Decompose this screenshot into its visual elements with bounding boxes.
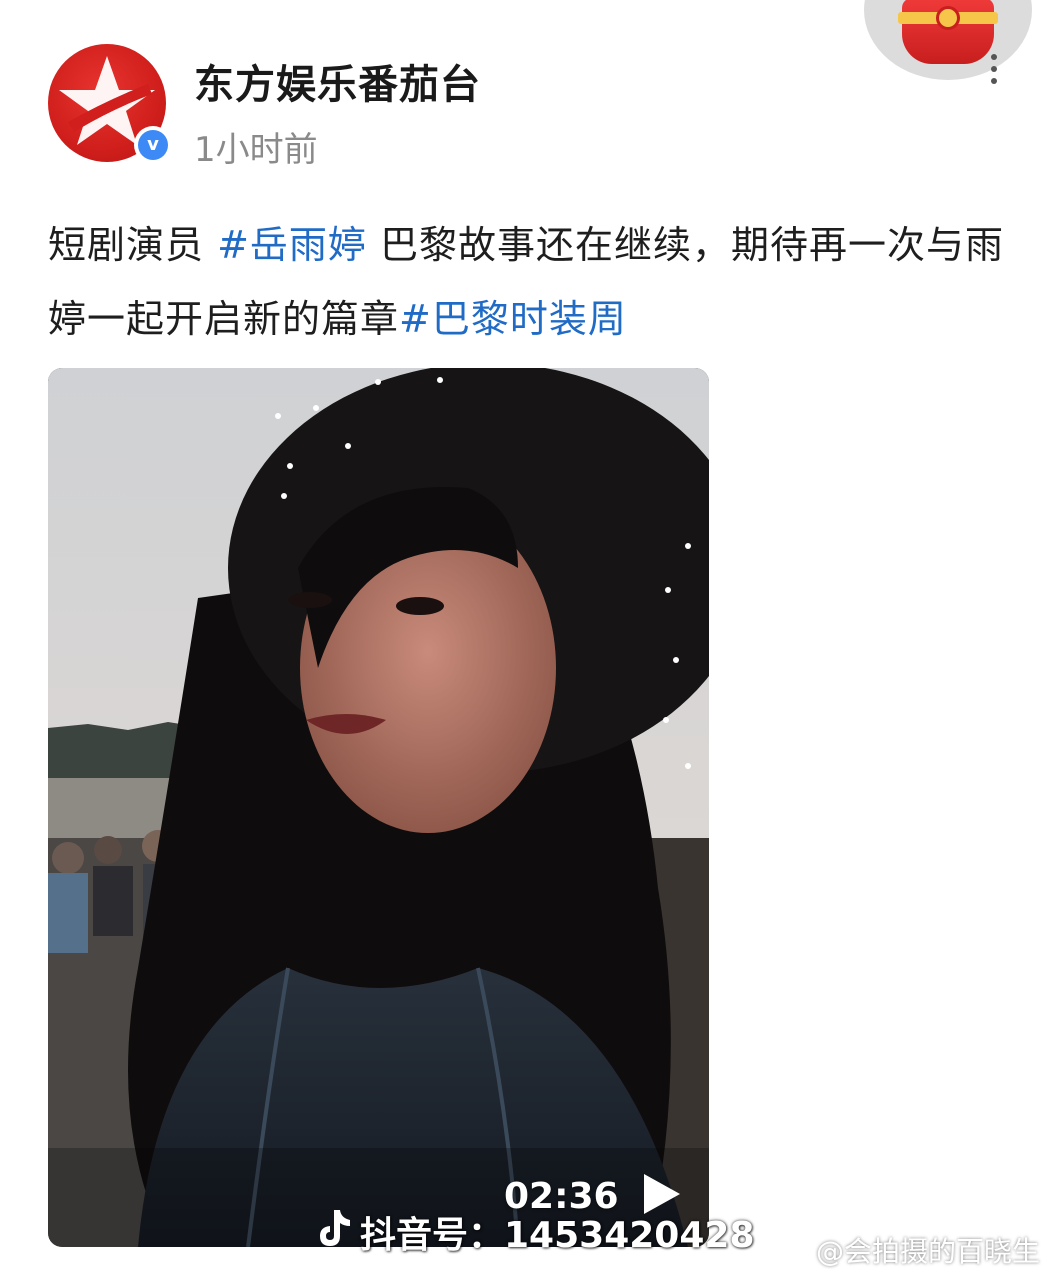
weibo-watermark: @会拍摄的百晓生 [782, 1230, 1040, 1270]
douyin-logo-icon [320, 1210, 350, 1246]
verified-badge-icon: v [134, 126, 172, 164]
video-thumbnail[interactable] [48, 368, 709, 1247]
red-packet-floating-badge[interactable] [864, 0, 1032, 80]
text-prefix: 短剧演员 [48, 223, 218, 267]
red-hat-icon [898, 0, 998, 64]
watermark-text: @会拍摄的百晓生 [816, 1235, 1041, 1268]
post-text: 短剧演员 #岳雨婷 巴黎故事还在继续，期待再一次与雨婷一起开启新的篇章#巴黎时装… [48, 208, 1008, 356]
hashtag-link[interactable]: #巴黎时装周 [399, 297, 627, 341]
post-time: 1小时前 [194, 130, 318, 170]
author-name[interactable]: 东方娱乐番茄台 [194, 52, 481, 110]
hashtag-link[interactable]: #岳雨婷 [217, 223, 367, 267]
weibo-icon [783, 1243, 810, 1264]
douyin-id-overlay: 抖音号：1453420428 [360, 1215, 755, 1256]
more-vertical-icon[interactable] [986, 54, 1002, 94]
